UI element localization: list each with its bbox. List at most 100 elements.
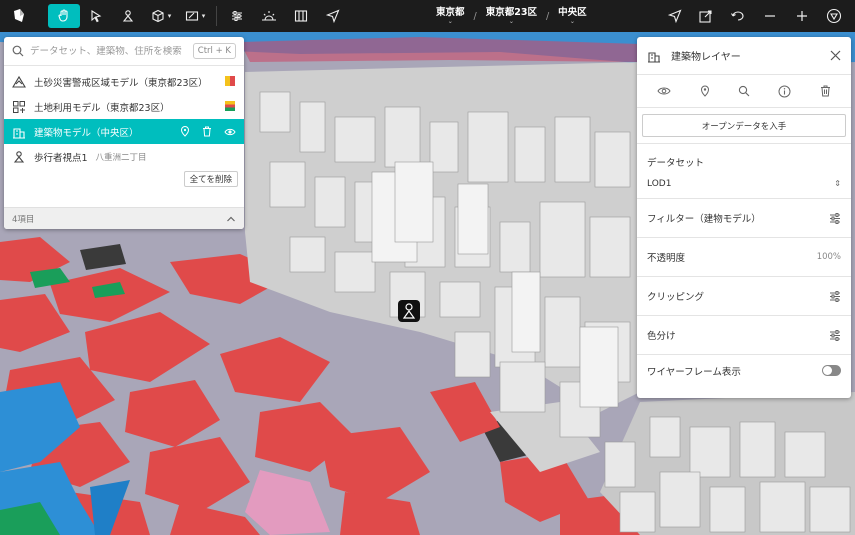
- cube-icon: [152, 9, 164, 23]
- layer-label: 建築物モデル（中央区）: [34, 127, 139, 139]
- opacity-row[interactable]: 不透明度 100%: [637, 237, 851, 276]
- pointer-icon: [91, 10, 102, 23]
- chevron-down-icon: ⌄: [569, 18, 575, 25]
- zoom-out-button[interactable]: [754, 4, 786, 28]
- settings-sliders-icon[interactable]: [829, 290, 841, 302]
- export-button[interactable]: [690, 4, 722, 28]
- close-icon[interactable]: [830, 50, 841, 61]
- pedestrian-icon: [122, 10, 134, 22]
- filter-row[interactable]: フィルター（建物モデル）: [637, 198, 851, 237]
- clipping-row[interactable]: クリッピング: [637, 276, 851, 315]
- locate-icon[interactable]: [700, 85, 710, 97]
- export-icon: [699, 10, 712, 23]
- chevron-up-icon[interactable]: [226, 215, 236, 223]
- adjust-button[interactable]: [221, 4, 253, 28]
- split-view-icon: [294, 10, 308, 22]
- legend-swatch: [225, 101, 235, 111]
- wireframe-label: ワイヤーフレーム表示: [647, 366, 741, 378]
- sketch-icon: [185, 11, 198, 21]
- coloring-row[interactable]: 色分け: [637, 315, 851, 354]
- pedestrian-tool-button[interactable]: [112, 4, 144, 28]
- search-bar: Ctrl + K: [4, 37, 244, 66]
- shortcut-hint: Ctrl + K: [192, 43, 236, 59]
- coloring-label: 色分け: [647, 331, 676, 342]
- chevron-down-icon: ⌄: [508, 18, 514, 25]
- logo-icon: [0, 4, 38, 28]
- share-button[interactable]: [317, 4, 349, 28]
- breadcrumb-city[interactable]: 東京都23区 ⌄: [486, 7, 537, 25]
- select-arrows-icon: ⇕: [834, 179, 841, 188]
- opacity-value: 100%: [816, 252, 841, 262]
- chevron-down-icon: ▾: [167, 12, 172, 20]
- compass-button[interactable]: [818, 4, 850, 28]
- breadcrumb-ward[interactable]: 中央区 ⌄: [558, 7, 587, 25]
- dataset-value: LOD1: [647, 178, 672, 189]
- trash-icon[interactable]: [820, 85, 831, 97]
- pedestrian-icon: [12, 150, 26, 164]
- adjust-icon: [232, 11, 242, 21]
- chevron-down-icon: ▾: [201, 12, 206, 20]
- search-input[interactable]: [30, 45, 193, 57]
- info-icon[interactable]: [778, 85, 791, 98]
- horizon-button[interactable]: [253, 4, 285, 28]
- select-tool-button[interactable]: [80, 4, 112, 28]
- trash-icon[interactable]: [202, 126, 212, 137]
- layer-panel-footer[interactable]: 4項目: [4, 207, 244, 229]
- legend-swatch: [225, 76, 235, 86]
- layer-label: 土砂災害警戒区域モデル（東京都23区）: [34, 77, 208, 89]
- hazard-icon: [12, 75, 26, 89]
- split-view-button[interactable]: [285, 4, 317, 28]
- chevron-down-icon: ⌄: [447, 18, 453, 25]
- building-layer-panel: 建築物レイヤー オープンデータを入手 データセット LOD1 ⇕ フィルター（建…: [637, 37, 851, 398]
- eye-icon[interactable]: [224, 127, 236, 137]
- send-icon: [326, 9, 340, 23]
- layer-item-landuse[interactable]: 土地利用モデル（東京都23区）: [4, 94, 244, 119]
- settings-sliders-icon[interactable]: [829, 329, 841, 341]
- dataset-select[interactable]: LOD1 ⇕: [647, 169, 841, 198]
- undo-icon: [731, 11, 744, 21]
- zoom-in-icon: [797, 11, 807, 21]
- open-data-button[interactable]: オープンデータを入手: [642, 114, 846, 137]
- item-count: 4項目: [12, 214, 35, 225]
- wireframe-toggle[interactable]: [822, 365, 841, 376]
- sketch-tool-button[interactable]: ▾: [178, 4, 212, 28]
- layer-item-building[interactable]: 建築物モデル（中央区）: [4, 119, 244, 144]
- layer-panel: Ctrl + K 土砂災害警戒区域モデル（東京都23区） 土地利用モデル（東京都…: [4, 37, 244, 229]
- search-icon[interactable]: [738, 85, 750, 97]
- toolbar-divider: [216, 6, 217, 26]
- search-icon: [12, 45, 24, 57]
- layer-sublabel: 八重洲二丁目: [95, 152, 147, 163]
- building-icon: [648, 51, 660, 63]
- layer-label: 土地利用モデル（東京都23区）: [34, 102, 170, 114]
- dataset-label: データセット: [647, 158, 705, 169]
- 3d-model-tool-button[interactable]: ▾: [144, 4, 178, 28]
- compass-icon: [826, 8, 842, 24]
- breadcrumb: 東京都 ⌄ / 東京都23区 ⌄ / 中央区 ⌄: [436, 7, 587, 25]
- clear-all-button[interactable]: 全てを削除: [183, 171, 238, 187]
- settings-sliders-icon[interactable]: [829, 212, 841, 224]
- filter-label: フィルター（建物モデル）: [647, 214, 761, 225]
- landuse-icon: [12, 100, 26, 114]
- zoom-in-button[interactable]: [786, 4, 818, 28]
- navigate-icon: [668, 9, 682, 23]
- building-icon: [12, 125, 26, 139]
- hand-icon: [58, 9, 68, 22]
- clipping-label: クリッピング: [647, 292, 705, 303]
- zoom-out-icon: [765, 15, 775, 17]
- hand-tool-button[interactable]: [48, 4, 80, 28]
- breadcrumb-prefecture[interactable]: 東京都 ⌄: [436, 7, 465, 25]
- top-toolbar: ▾ ▾ 東京都 ⌄ / 東京都23区 ⌄ / 中央区 ⌄: [0, 0, 855, 32]
- pedestrian-marker: [398, 300, 420, 322]
- horizon-icon: [262, 11, 276, 21]
- panel-actions: [637, 75, 851, 108]
- panel-title: 建築物レイヤー: [671, 52, 741, 63]
- layer-label: 歩行者視点1: [34, 152, 88, 164]
- eye-icon[interactable]: [657, 86, 671, 96]
- undo-button[interactable]: [722, 4, 754, 28]
- layer-item-pedestrian-view[interactable]: 歩行者視点1 八重洲二丁目: [4, 144, 244, 169]
- locate-icon[interactable]: [180, 126, 190, 137]
- wireframe-row: ワイヤーフレーム表示: [637, 354, 851, 386]
- opacity-label: 不透明度: [647, 253, 686, 264]
- navigate-button[interactable]: [660, 4, 690, 28]
- layer-item-hazard[interactable]: 土砂災害警戒区域モデル（東京都23区）: [4, 69, 244, 94]
